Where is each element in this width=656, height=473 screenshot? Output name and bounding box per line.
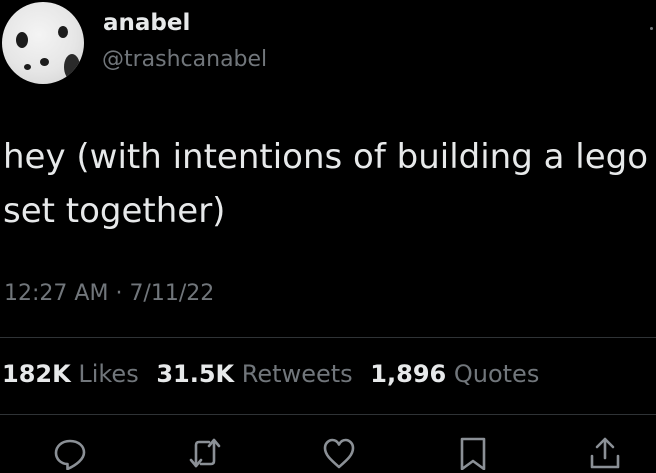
retweets-stat[interactable]: 31.5K Retweets xyxy=(156,360,352,388)
reply-button[interactable] xyxy=(53,436,87,470)
tweet-text: hey (with intentions of building a lego … xyxy=(3,130,656,238)
tweet-text-line: set together) xyxy=(3,191,226,231)
tweet-text-line: hey (with intentions of building a lego xyxy=(3,137,649,177)
share-button[interactable] xyxy=(588,436,622,470)
retweets-count: 31.5K xyxy=(156,360,235,388)
bookmark-icon xyxy=(460,437,486,470)
like-icon xyxy=(323,438,355,469)
retweet-button[interactable] xyxy=(188,436,222,470)
reply-icon xyxy=(54,439,86,470)
quotes-stat[interactable]: 1,896 Quotes xyxy=(370,360,539,388)
likes-count: 182K xyxy=(2,360,71,388)
like-button[interactable] xyxy=(322,436,356,470)
divider xyxy=(0,414,656,415)
bookmark-button[interactable] xyxy=(456,436,490,470)
tweet-date: 7/11/22 xyxy=(129,281,215,306)
quotes-label: Quotes xyxy=(453,360,540,388)
action-bar xyxy=(0,436,656,473)
likes-label: Likes xyxy=(78,360,139,388)
share-icon xyxy=(590,437,620,469)
tweet-time: 12:27 AM xyxy=(4,281,109,306)
more-options-icon[interactable] xyxy=(650,27,653,30)
author-display-name[interactable]: anabel xyxy=(103,10,190,36)
author-handle[interactable]: @trashcanabel xyxy=(102,47,267,72)
engagement-stats: 182K Likes 31.5K Retweets 1,896 Quotes xyxy=(2,360,549,388)
retweet-icon xyxy=(189,438,221,468)
timestamp-separator: · xyxy=(115,281,123,306)
likes-stat[interactable]: 182K Likes xyxy=(2,360,139,388)
avatar[interactable] xyxy=(2,2,84,84)
tweet-timestamp[interactable]: 12:27 AM · 7/11/22 xyxy=(4,281,214,306)
retweets-label: Retweets xyxy=(241,360,353,388)
quotes-count: 1,896 xyxy=(370,360,447,388)
divider xyxy=(0,337,656,338)
